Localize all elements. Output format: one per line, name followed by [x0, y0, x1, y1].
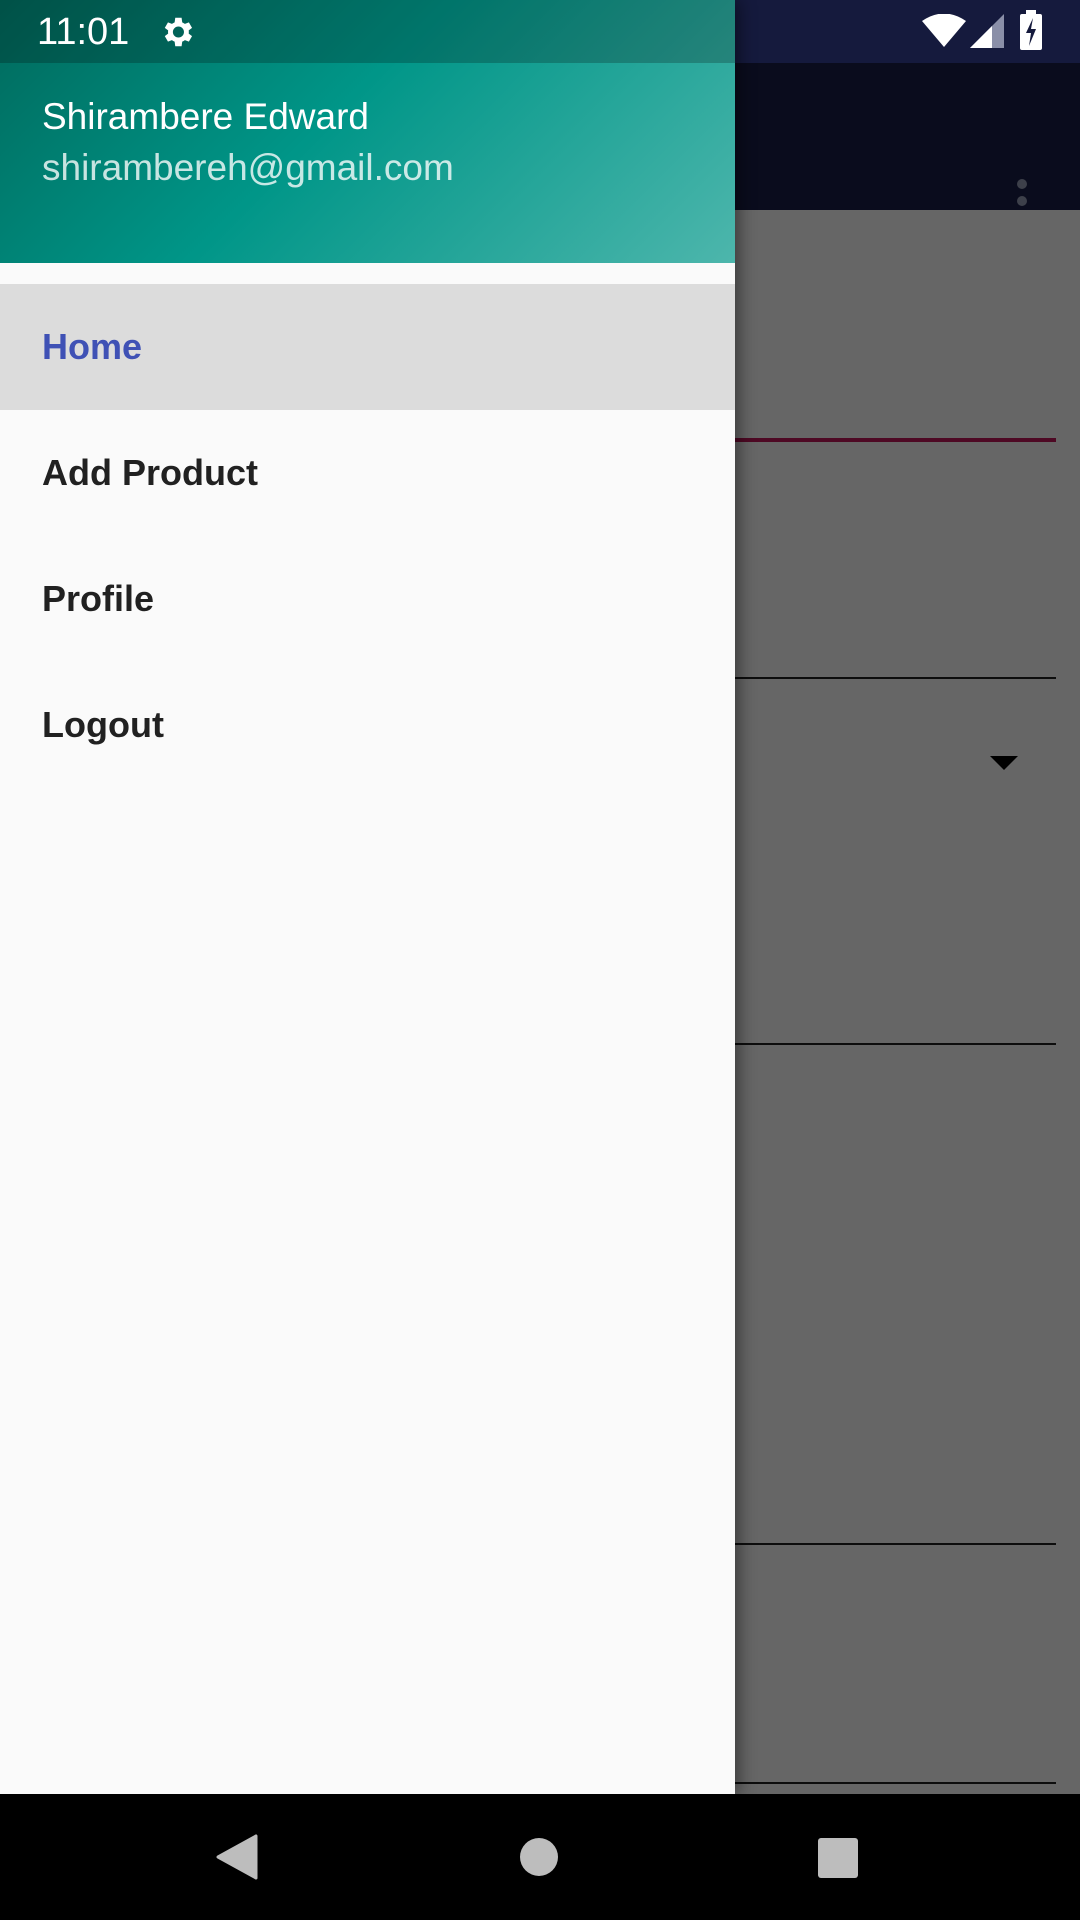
menu-item-home[interactable]: Home	[0, 284, 735, 410]
menu-item-label: Home	[42, 326, 143, 367]
system-navigation-bar	[0, 1794, 1080, 1920]
wifi-icon	[922, 14, 966, 47]
signal-icon	[970, 14, 1004, 48]
home-icon[interactable]	[520, 1838, 558, 1876]
menu-item-label: Logout	[42, 704, 164, 745]
back-icon[interactable]	[216, 1834, 258, 1880]
gear-icon	[164, 17, 193, 47]
menu-item-label: Add Product	[42, 452, 258, 493]
battery-charging-icon	[1020, 10, 1042, 50]
status-bar: 11:01	[0, 0, 735, 63]
menu-item-add-product[interactable]: Add Product	[0, 410, 735, 536]
drawer-header: 11:01 Shirambere Edward shirambereh@gmai…	[0, 0, 735, 263]
user-name: Shirambere Edward	[42, 96, 369, 137]
navigation-drawer: 11:01 Shirambere Edward shirambereh@gmai…	[0, 0, 735, 1794]
status-time: 11:01	[37, 11, 130, 53]
drawer-menu: Home Add Product Profile Logout	[0, 284, 735, 788]
recents-icon[interactable]	[818, 1838, 858, 1878]
user-email: shirambereh@gmail.com	[42, 147, 454, 188]
menu-item-label: Profile	[42, 578, 155, 619]
menu-item-logout[interactable]: Logout	[0, 662, 735, 788]
menu-item-profile[interactable]: Profile	[0, 536, 735, 662]
